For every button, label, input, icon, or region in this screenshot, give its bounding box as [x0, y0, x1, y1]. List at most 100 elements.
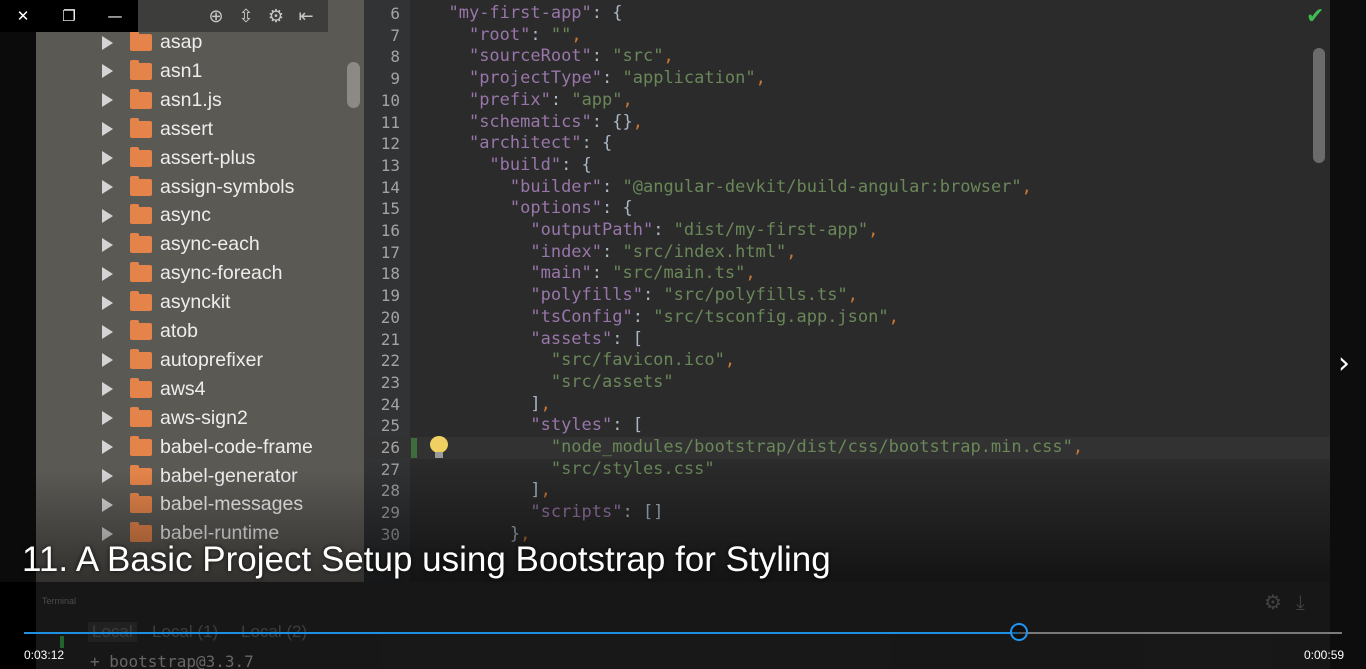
line-number: 11	[380, 112, 400, 132]
code-line: 8 "sourceRoot": "src",	[364, 46, 1330, 68]
code-line: 18 "main": "src/main.ts",	[364, 263, 1330, 285]
minimize-button[interactable]: —	[92, 0, 138, 32]
seek-thumb[interactable]	[1010, 623, 1028, 641]
line-number: 26	[380, 438, 400, 457]
tree-item[interactable]: asynckit	[36, 288, 346, 317]
code-text: ],	[530, 393, 551, 414]
restore-button[interactable]: ❐	[46, 0, 92, 32]
code-text: "projectType": "application",	[468, 68, 766, 89]
restore-icon: ❐	[62, 7, 76, 25]
line-number: 18	[380, 264, 400, 284]
expand-arrow-icon[interactable]	[102, 35, 113, 50]
code-text: "schematics": {},	[468, 111, 643, 132]
elapsed-time: 0:03:12	[24, 648, 65, 662]
tree-item[interactable]: asn1	[36, 57, 346, 86]
tree-item[interactable]: assert-plus	[36, 144, 346, 173]
line-number: 22	[380, 351, 400, 371]
tree-item[interactable]: async-foreach	[36, 259, 346, 288]
collapse-icon[interactable]: ⇳	[234, 6, 258, 27]
tree-item[interactable]: aws-sign2	[36, 404, 346, 433]
line-number: 23	[380, 372, 400, 392]
line-number: 24	[380, 394, 400, 414]
code-line: 7 "root": "",	[364, 25, 1330, 47]
tree-item-label: atob	[160, 320, 198, 342]
code-line: 11 "schematics": {},	[364, 112, 1330, 134]
code-editor[interactable]: 6 "my-first-app": {7 "root": "", 8 "sourc…	[364, 0, 1330, 582]
folder-icon	[130, 348, 152, 369]
code-line: 13 "build": {	[364, 155, 1330, 177]
tree-item[interactable]: assign-symbols	[36, 173, 346, 202]
left-strip	[0, 32, 36, 582]
tree-item[interactable]: atob	[36, 317, 346, 346]
window-controls: ✕ ❐ —	[0, 0, 138, 32]
tree-item-label: aws4	[160, 377, 206, 400]
project-tree[interactable]: asap asn1 asn1.js assert assert-plus assign-s…	[36, 0, 364, 582]
tree-item-label: aws-sign2	[160, 406, 248, 429]
expand-arrow-icon[interactable]	[102, 180, 113, 194]
code-text: "root": "",	[468, 24, 582, 45]
tree-item-label: async-foreach	[160, 262, 283, 285]
folder-icon	[130, 204, 152, 225]
tree-item-label: assign-symbols	[160, 175, 295, 198]
gear-icon[interactable]: ⚙	[264, 6, 288, 27]
code-line: 12 "architect": {	[364, 133, 1330, 155]
close-button[interactable]: ✕	[0, 0, 46, 32]
code-text: "outputPath": "dist/my-first-app",	[530, 220, 879, 240]
expand-arrow-icon[interactable]	[102, 64, 113, 79]
expand-arrow-icon[interactable]	[102, 324, 113, 339]
expand-arrow-icon[interactable]	[102, 93, 113, 108]
tree-item[interactable]: aws4	[36, 375, 346, 404]
expand-arrow-icon[interactable]	[102, 295, 113, 310]
expand-arrow-icon[interactable]	[102, 382, 113, 397]
line-number: 17	[380, 242, 400, 262]
tree-item[interactable]: autoprefixer	[36, 346, 346, 375]
tree-item[interactable]: async-each	[36, 230, 346, 259]
line-number: 19	[380, 286, 400, 306]
hide-panel-icon[interactable]: ⇤	[294, 6, 318, 27]
next-chevron-icon[interactable]: ›	[1338, 346, 1350, 381]
code-text: "prefix": "app",	[468, 89, 633, 110]
folder-icon	[130, 59, 152, 80]
editor-scrollbar[interactable]	[1313, 48, 1325, 163]
code-text: "sourceRoot": "src",	[468, 46, 674, 67]
crosshair-icon[interactable]: ⊕	[204, 6, 228, 27]
tree-item-label: asn1	[160, 59, 203, 82]
folder-icon	[130, 262, 152, 283]
close-icon: ✕	[16, 7, 30, 25]
tree-item[interactable]: babel-code-frame	[36, 433, 346, 462]
tree-scrollbar[interactable]	[347, 62, 360, 108]
code-text: "index": "src/index.html",	[530, 241, 797, 262]
folder-icon	[130, 435, 152, 456]
code-line: 14 "builder": "@angular-devkit/build-ang…	[364, 177, 1330, 199]
expand-arrow-icon[interactable]	[102, 122, 113, 137]
folder-icon	[130, 146, 152, 167]
folder-icon	[130, 377, 152, 398]
tree-item[interactable]: asap	[36, 28, 346, 57]
expand-arrow-icon[interactable]	[102, 237, 113, 252]
expand-arrow-icon[interactable]	[102, 266, 113, 281]
remaining-time: 0:00:59	[1304, 648, 1345, 662]
code-line: 23 "src/assets"	[364, 372, 1330, 394]
line-number: 8	[390, 47, 400, 67]
terminal-panel: Terminal Local Local (1) Local (2) + boo…	[36, 582, 1330, 669]
tree-item-label: asap	[160, 31, 203, 53]
expand-arrow-icon[interactable]	[102, 411, 113, 426]
expand-arrow-icon[interactable]	[102, 440, 113, 455]
line-number: 12	[380, 134, 400, 154]
line-number: 6	[390, 4, 400, 23]
expand-arrow-icon[interactable]	[102, 353, 113, 368]
expand-arrow-icon[interactable]	[102, 208, 113, 223]
code-text: "my-first-app": {	[448, 3, 623, 23]
tree-item-label: assert-plus	[160, 146, 256, 169]
code-text: "src/assets"	[550, 371, 674, 392]
expand-arrow-icon[interactable]	[102, 151, 113, 166]
tree-item[interactable]: async	[36, 201, 346, 230]
code-text: "src/favicon.ico",	[550, 350, 736, 371]
line-number: 9	[390, 69, 400, 89]
code-text: "architect": {	[468, 133, 613, 154]
tree-item[interactable]: assert	[36, 115, 346, 144]
code-text: "build": {	[489, 154, 592, 175]
lightbulb-icon[interactable]	[430, 436, 448, 458]
tree-item[interactable]: asn1.js	[36, 86, 346, 115]
line-number: 15	[380, 199, 400, 219]
